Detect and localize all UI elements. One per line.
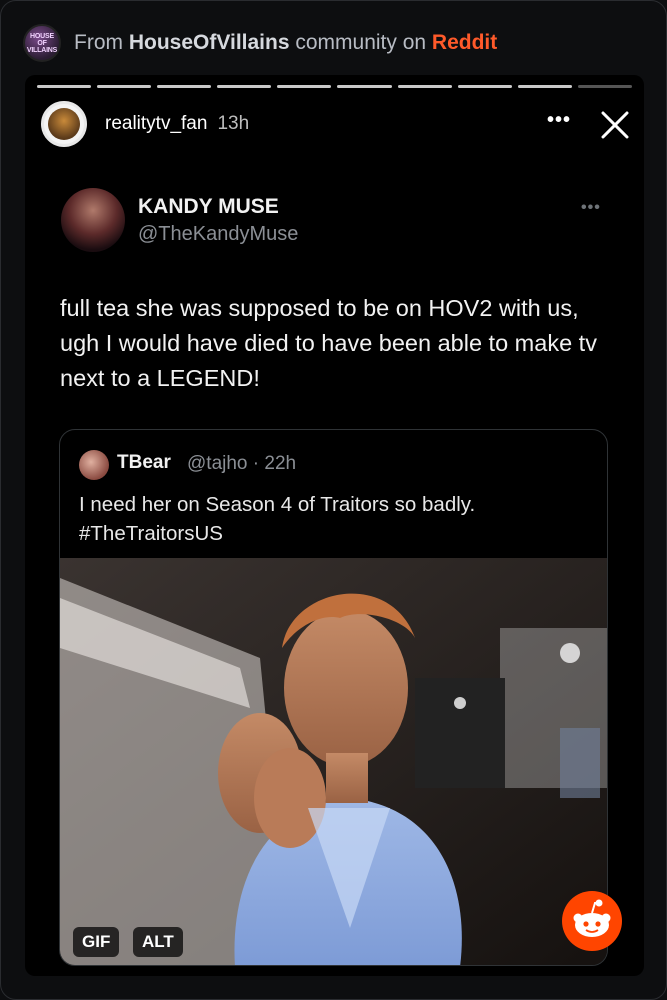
- tweet-author-avatar[interactable]: [61, 188, 125, 252]
- community-logo-text: HOUSE OF VILLAINS: [26, 32, 58, 54]
- quoted-author-name[interactable]: TBear: [117, 452, 171, 474]
- progress-segment: [457, 85, 512, 88]
- quoted-tweet-hashtag[interactable]: #TheTraitorsUS: [79, 519, 589, 548]
- progress-segment: [397, 85, 452, 88]
- quoted-tweet-text: I need her on Season 4 of Traitors so ba…: [79, 490, 589, 548]
- tweet-text: full tea she was supposed to be on HOV2 …: [60, 295, 597, 391]
- community-name-link[interactable]: HouseOfVillains: [129, 31, 290, 54]
- poster-info: realitytv_fan 13h: [41, 101, 249, 147]
- poster-username[interactable]: realitytv_fan: [105, 113, 207, 135]
- story-more-options-button[interactable]: •••: [545, 110, 573, 133]
- quoted-tweet-line-1: I need her on Season 4 of Traitors so ba…: [79, 493, 476, 516]
- story-progress-bar: [37, 85, 632, 89]
- progress-segment: [37, 85, 92, 88]
- community-avatar[interactable]: HOUSE OF VILLAINS: [23, 24, 61, 62]
- quoted-tweet[interactable]: TBear @tajho · 22h I need her on Season …: [59, 429, 608, 966]
- tweet-author-handle[interactable]: @TheKandyMuse: [138, 223, 298, 246]
- quoted-author-avatar[interactable]: [79, 450, 109, 480]
- gif-frame-image: [60, 558, 607, 965]
- story-card[interactable]: realitytv_fan 13h ••• KANDY MUSE @TheKan…: [25, 75, 644, 976]
- platform-link[interactable]: Reddit: [432, 31, 497, 54]
- close-icon[interactable]: [599, 109, 631, 141]
- progress-segment: [157, 85, 212, 88]
- quoted-author-meta: @tajho · 22h: [187, 453, 297, 474]
- progress-segment: [577, 85, 632, 88]
- community-word: community on: [295, 31, 427, 54]
- progress-segment: [277, 85, 332, 88]
- poster-avatar[interactable]: [41, 101, 87, 147]
- quoted-tweet-gif[interactable]: GIF ALT: [60, 558, 607, 965]
- poster-timestamp: 13h: [217, 113, 250, 134]
- tweet-more-icon[interactable]: •••: [581, 199, 601, 217]
- progress-segment: [217, 85, 272, 88]
- progress-segment: [337, 85, 392, 88]
- from-label: From: [74, 31, 123, 54]
- source-line: From HouseOfVillains community on Reddit: [74, 31, 497, 55]
- story-source-header: HOUSE OF VILLAINS From HouseOfVillains c…: [23, 24, 497, 62]
- progress-segment: [97, 85, 152, 88]
- story-viewer: HOUSE OF VILLAINS From HouseOfVillains c…: [0, 0, 667, 1000]
- gif-badge[interactable]: GIF: [73, 927, 120, 957]
- reddit-snoo-icon[interactable]: [562, 891, 622, 951]
- progress-segment: [517, 85, 572, 88]
- alt-text-badge[interactable]: ALT: [133, 927, 183, 957]
- tweet-author-name[interactable]: KANDY MUSE: [138, 195, 279, 219]
